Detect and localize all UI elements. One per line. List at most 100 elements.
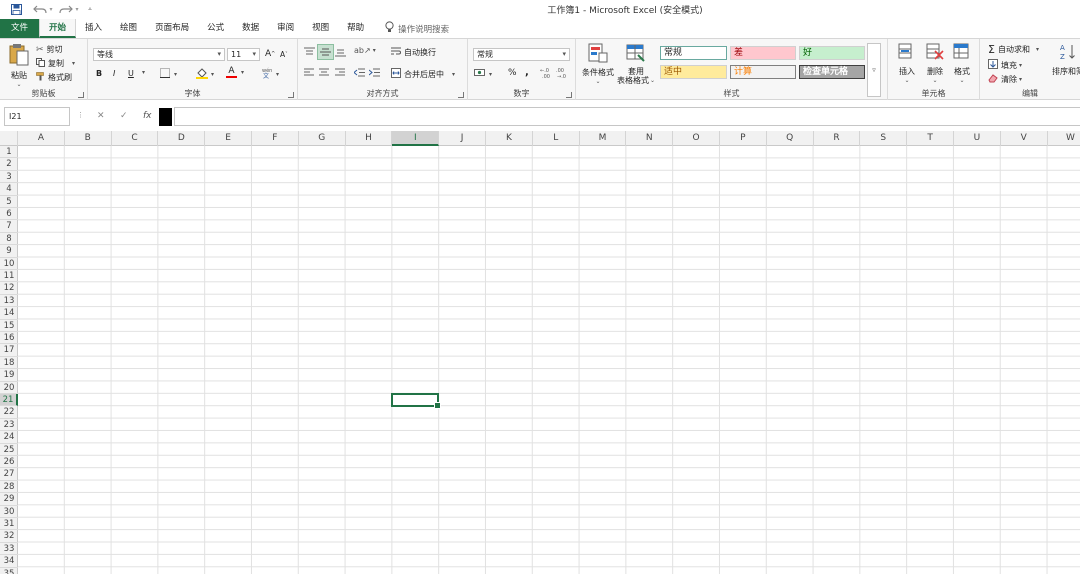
wrap-text-button[interactable]: 自动换行	[391, 46, 436, 58]
font-launcher-icon[interactable]	[288, 92, 294, 98]
decrease-indent-button[interactable]	[354, 68, 365, 77]
row-header-24[interactable]: 24	[0, 431, 18, 444]
font-color-dropdown-icon[interactable]: ▾	[241, 69, 244, 76]
column-header-F[interactable]: F	[252, 131, 299, 146]
tab-insert[interactable]: 插入	[76, 19, 111, 38]
borders-button[interactable]: ▾	[160, 68, 177, 80]
clear-button[interactable]: 清除 ▾	[988, 73, 1022, 85]
align-right-button[interactable]	[335, 68, 345, 77]
tab-help[interactable]: 帮助	[338, 19, 373, 38]
column-header-R[interactable]: R	[814, 131, 861, 146]
tab-formulas[interactable]: 公式	[198, 19, 233, 38]
style-good[interactable]: 好	[799, 46, 865, 60]
row-header-19[interactable]: 19	[0, 369, 18, 382]
column-header-T[interactable]: T	[907, 131, 954, 146]
increase-indent-button[interactable]	[369, 68, 380, 77]
cancel-icon[interactable]: ✕	[97, 111, 105, 121]
row-header-25[interactable]: 25	[0, 444, 18, 456]
percent-button[interactable]: %	[508, 68, 517, 78]
underline-dropdown-icon[interactable]: ▾	[142, 69, 145, 76]
row-header-8[interactable]: 8	[0, 233, 18, 246]
row-header-10[interactable]: 10	[0, 258, 18, 270]
style-normal[interactable]: 常规	[660, 46, 727, 60]
column-header-J[interactable]: J	[439, 131, 486, 146]
align-middle-button[interactable]	[317, 44, 334, 60]
customize-qat-icon[interactable]: ⩡	[84, 2, 96, 16]
row-header-3[interactable]: 3	[0, 171, 18, 184]
row-header-32[interactable]: 32	[0, 530, 18, 543]
row-header-34[interactable]: 34	[0, 555, 18, 568]
column-header-D[interactable]: D	[158, 131, 206, 146]
formula-input[interactable]	[174, 107, 1080, 126]
column-header-V[interactable]: V	[1001, 131, 1048, 146]
number-format-select[interactable]: 常规 ▾	[473, 48, 570, 61]
row-header-5[interactable]: 5	[0, 196, 18, 208]
align-left-button[interactable]	[304, 68, 314, 77]
column-header-B[interactable]: B	[65, 131, 112, 146]
undo-dropdown-icon[interactable]: ▾	[46, 2, 56, 16]
format-as-table-button[interactable]: 套用 表格格式 ⌄	[616, 43, 656, 85]
column-header-L[interactable]: L	[533, 131, 580, 146]
font-color-button[interactable]: A	[226, 67, 237, 78]
delete-cells-button[interactable]: 删除 ⌄	[924, 43, 946, 84]
shrink-font-button[interactable]: Aˇ	[280, 50, 288, 59]
row-header-2[interactable]: 2	[0, 158, 18, 171]
row-header-33[interactable]: 33	[0, 543, 18, 556]
row-header-31[interactable]: 31	[0, 518, 18, 531]
align-bottom-button[interactable]	[335, 47, 346, 57]
row-header-7[interactable]: 7	[0, 220, 18, 233]
row-header-26[interactable]: 26	[0, 456, 18, 469]
row-header-30[interactable]: 30	[0, 506, 18, 518]
conditional-formatting-button[interactable]: 条件格式 ⌄	[580, 43, 616, 85]
bold-button[interactable]: B	[96, 69, 102, 78]
tab-page-layout[interactable]: 页面布局	[146, 19, 198, 38]
column-header-U[interactable]: U	[954, 131, 1001, 146]
column-header-E[interactable]: E	[205, 131, 252, 146]
sort-filter-button[interactable]: AZ 排序和筛	[1052, 43, 1080, 77]
row-header-9[interactable]: 9	[0, 245, 18, 258]
row-header-23[interactable]: 23	[0, 419, 18, 432]
insert-function-icon[interactable]: fx	[143, 111, 152, 121]
column-header-W[interactable]: W	[1048, 131, 1080, 146]
copy-button[interactable]: 复制 ▾	[36, 58, 75, 69]
decrease-decimal-button[interactable]: .00 →.0	[556, 67, 568, 78]
column-header-Q[interactable]: Q	[767, 131, 814, 146]
name-box[interactable]: I21	[4, 107, 70, 126]
column-header-A[interactable]: A	[18, 131, 65, 146]
align-top-button[interactable]	[304, 47, 315, 57]
style-bad[interactable]: 差	[730, 46, 796, 60]
column-header-N[interactable]: N	[626, 131, 674, 146]
active-cell[interactable]	[391, 393, 441, 410]
column-header-K[interactable]: K	[486, 131, 533, 146]
tell-me-search[interactable]: 操作说明搜索	[385, 19, 449, 38]
column-header-I[interactable]: I	[392, 131, 440, 146]
row-header-21[interactable]: 21	[0, 394, 18, 407]
tab-view[interactable]: 视图	[303, 19, 338, 38]
merge-center-button[interactable]: 合并后居中 ▾	[391, 68, 455, 80]
format-cells-button[interactable]: 格式 ⌄	[951, 43, 973, 84]
italic-button[interactable]: I	[113, 69, 115, 78]
row-header-4[interactable]: 4	[0, 183, 18, 196]
fill-button[interactable]: 填充 ▾	[988, 59, 1022, 71]
column-header-S[interactable]: S	[860, 131, 908, 146]
tab-draw[interactable]: 绘图	[111, 19, 146, 38]
redo-dropdown-icon[interactable]: ▾	[72, 2, 82, 16]
row-header-28[interactable]: 28	[0, 481, 18, 494]
select-all-corner[interactable]	[0, 131, 18, 146]
column-header-H[interactable]: H	[346, 131, 393, 146]
row-header-22[interactable]: 22	[0, 406, 18, 419]
row-header-14[interactable]: 14	[0, 307, 18, 320]
font-size-select[interactable]: 11 ▾	[227, 48, 260, 61]
row-header-20[interactable]: 20	[0, 382, 18, 394]
row-header-29[interactable]: 29	[0, 493, 18, 506]
cell-area[interactable]	[18, 146, 1080, 574]
fill-color-button[interactable]: ▾	[196, 67, 214, 81]
cut-button[interactable]: ✂ 剪切	[36, 44, 63, 55]
tab-data[interactable]: 数据	[233, 19, 268, 38]
column-header-M[interactable]: M	[580, 131, 627, 146]
row-header-12[interactable]: 12	[0, 282, 18, 295]
row-header-15[interactable]: 15	[0, 320, 18, 332]
phonetic-button[interactable]: wén 文 ▾	[261, 67, 279, 81]
align-center-button[interactable]	[319, 68, 329, 77]
grow-font-button[interactable]: A ^	[265, 49, 275, 59]
